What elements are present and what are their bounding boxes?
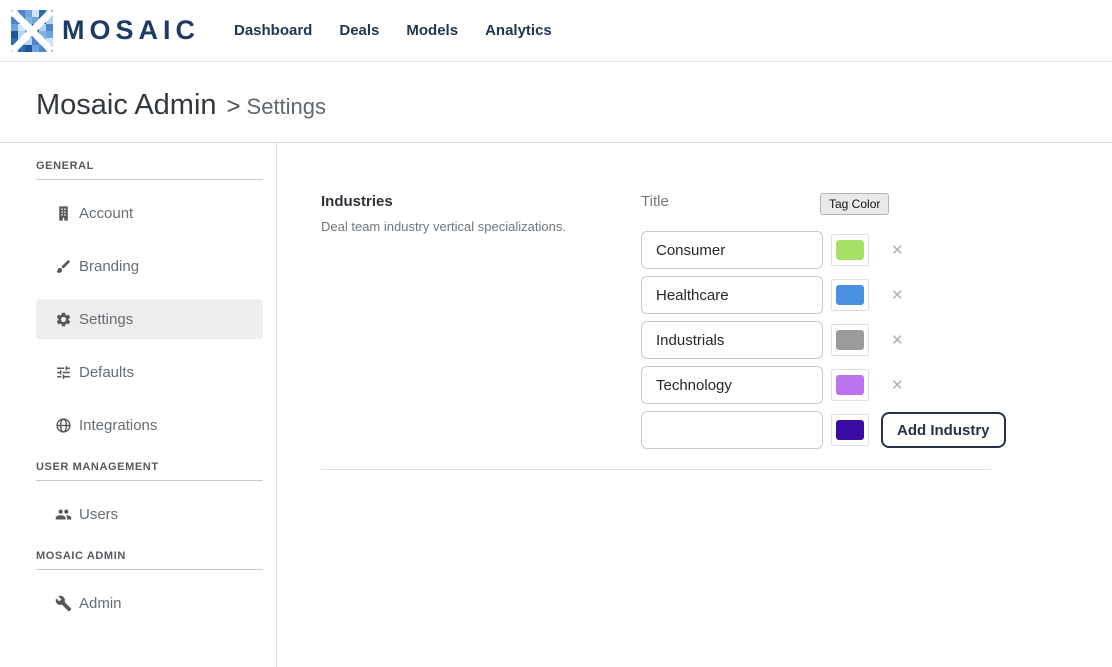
sidebar-item-branding[interactable]: Branding xyxy=(36,246,263,286)
tag-color-picker[interactable] xyxy=(831,369,869,401)
industry-row: ✕ xyxy=(641,231,1006,269)
brand-wordmark: MOSAIC xyxy=(62,15,200,46)
sidebar-item-account[interactable]: Account xyxy=(36,193,263,233)
top-navigation-bar: MOSAIC Dashboard Deals Models Analytics xyxy=(0,0,1112,62)
settings-sidebar: GENERAL Account Branding Settings Defaul… xyxy=(0,143,277,667)
top-nav-links: Dashboard Deals Models Analytics xyxy=(234,22,552,39)
tag-color-fill xyxy=(836,240,864,260)
sidebar-item-label: Defaults xyxy=(79,364,134,381)
tag-color-picker[interactable] xyxy=(831,414,869,446)
remove-industry-icon[interactable]: ✕ xyxy=(891,378,904,393)
settings-content: Industries Deal team industry vertical s… xyxy=(277,143,1112,667)
tag-color-picker[interactable] xyxy=(831,234,869,266)
tag-color-fill xyxy=(836,285,864,305)
tag-color-fill xyxy=(836,330,864,350)
sidebar-item-defaults[interactable]: Defaults xyxy=(36,352,263,392)
sidebar-item-admin[interactable]: Admin xyxy=(36,583,263,623)
remove-industry-icon[interactable]: ✕ xyxy=(891,288,904,303)
industries-section-title: Industries xyxy=(321,193,641,210)
page-title: Mosaic Admin xyxy=(36,89,217,121)
new-industry-row: Add Industry xyxy=(641,411,1006,449)
tools-icon xyxy=(55,595,72,612)
industry-row: ✕ xyxy=(641,321,1006,359)
sidebar-item-label: Account xyxy=(79,205,133,222)
industry-title-input[interactable] xyxy=(641,321,823,359)
nav-link-deals[interactable]: Deals xyxy=(339,22,379,39)
tag-color-picker[interactable] xyxy=(831,279,869,311)
nav-link-models[interactable]: Models xyxy=(406,22,458,39)
sidebar-section-user-management: USER MANAGEMENT xyxy=(36,461,263,481)
sidebar-item-label: Admin xyxy=(79,595,122,612)
industry-row: ✕ xyxy=(641,276,1006,314)
page-subtitle: Settings xyxy=(247,94,327,119)
users-icon xyxy=(55,506,72,523)
sidebar-item-users[interactable]: Users xyxy=(36,494,263,534)
industry-title-input[interactable] xyxy=(641,276,823,314)
sidebar-item-label: Branding xyxy=(79,258,139,275)
remove-industry-icon[interactable]: ✕ xyxy=(891,333,904,348)
globe-icon xyxy=(55,417,72,434)
industry-title-input[interactable] xyxy=(641,231,823,269)
remove-industry-icon[interactable]: ✕ xyxy=(891,243,904,258)
section-divider xyxy=(321,469,991,470)
title-column-label: Title xyxy=(641,193,831,210)
gear-icon xyxy=(55,311,72,328)
tag-color-picker[interactable] xyxy=(831,324,869,356)
industry-title-input[interactable] xyxy=(641,366,823,404)
industries-form: Title Tag Color ✕ ✕ ✕ xyxy=(641,193,1006,456)
industries-section-description: Deal team industry vertical specializati… xyxy=(321,219,641,234)
tag-color-label: Tag Color xyxy=(820,193,889,215)
new-industry-title-input[interactable] xyxy=(641,411,823,449)
sidebar-section-general: GENERAL xyxy=(36,160,263,180)
page-header: Mosaic Admin >Settings xyxy=(0,62,1112,143)
mosaic-logo-icon xyxy=(10,9,54,53)
sliders-icon xyxy=(55,364,72,381)
building-icon xyxy=(55,205,72,222)
brand-logo[interactable]: MOSAIC xyxy=(10,9,200,53)
sidebar-item-label: Integrations xyxy=(79,417,157,434)
industries-info: Industries Deal team industry vertical s… xyxy=(321,193,641,456)
sidebar-item-settings[interactable]: Settings xyxy=(36,299,263,339)
sidebar-item-integrations[interactable]: Users Integrations xyxy=(36,405,263,445)
paintbrush-icon xyxy=(55,258,72,275)
tag-color-fill xyxy=(836,375,864,395)
nav-link-analytics[interactable]: Analytics xyxy=(485,22,552,39)
add-industry-button[interactable]: Add Industry xyxy=(881,412,1006,448)
industry-row: ✕ xyxy=(641,366,1006,404)
sidebar-section-mosaic-admin: MOSAIC ADMIN xyxy=(36,550,263,570)
industries-form-header: Title Tag Color xyxy=(641,193,1006,215)
nav-link-dashboard[interactable]: Dashboard xyxy=(234,22,312,39)
tag-color-fill xyxy=(836,420,864,440)
breadcrumb-separator: > xyxy=(227,93,241,120)
sidebar-item-label: Settings xyxy=(79,311,133,328)
sidebar-item-label: Users xyxy=(79,506,118,523)
